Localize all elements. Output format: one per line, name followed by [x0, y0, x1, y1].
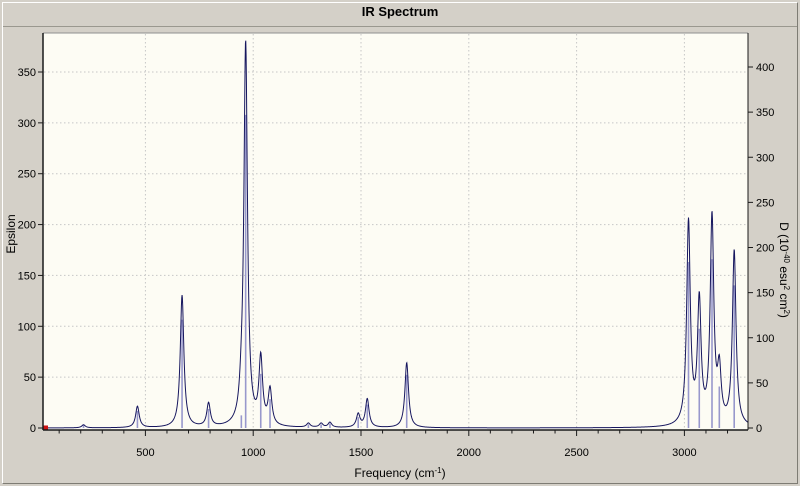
x-tick-label: 3000 [672, 447, 696, 459]
y-left-tick-label: 50 [24, 372, 36, 384]
y-right-tick-label: 400 [756, 62, 774, 74]
y-right-tick-label: 250 [756, 197, 774, 209]
x-tick-label: 1500 [349, 447, 373, 459]
x-tick-label: 500 [136, 447, 154, 459]
x-axis-label: Frequency (cm-1) [354, 466, 446, 480]
y-left-tick-label: 300 [18, 118, 36, 130]
y-right-tick-label: 350 [756, 107, 774, 119]
y-left-tick-label: 150 [18, 270, 36, 282]
y-right-tick-label: 300 [756, 152, 774, 164]
y-right-tick-label: 200 [756, 243, 774, 255]
x-tick-label: 2000 [457, 447, 481, 459]
y-right-tick-label: 0 [756, 423, 762, 435]
x-tick-label: 2500 [564, 447, 588, 459]
plot-area [43, 33, 748, 430]
y-axis-right-label: D (10-40 esu2 cm2) [777, 222, 791, 318]
y-left-tick-label: 200 [18, 220, 36, 232]
y-left-tick-label: 350 [18, 67, 36, 79]
y-left-tick-label: 100 [18, 321, 36, 333]
y-axis-left-label: Epsilon [4, 214, 18, 254]
y-left-tick-label: 250 [18, 169, 36, 181]
y-right-tick-label: 100 [756, 333, 774, 345]
y-right-tick-label: 50 [756, 378, 768, 390]
x-tick-label: 1000 [241, 447, 265, 459]
ir-spectrum-window: IR Spectrum 500 1000 1500 2000 2500 3000 0 50 10… [0, 0, 800, 486]
y-left-tick-label: 0 [30, 423, 36, 435]
spectrum-plot: 500 1000 1500 2000 2500 300005010015020025030… [18, 32, 774, 459]
y-right-tick-label: 150 [756, 288, 774, 300]
